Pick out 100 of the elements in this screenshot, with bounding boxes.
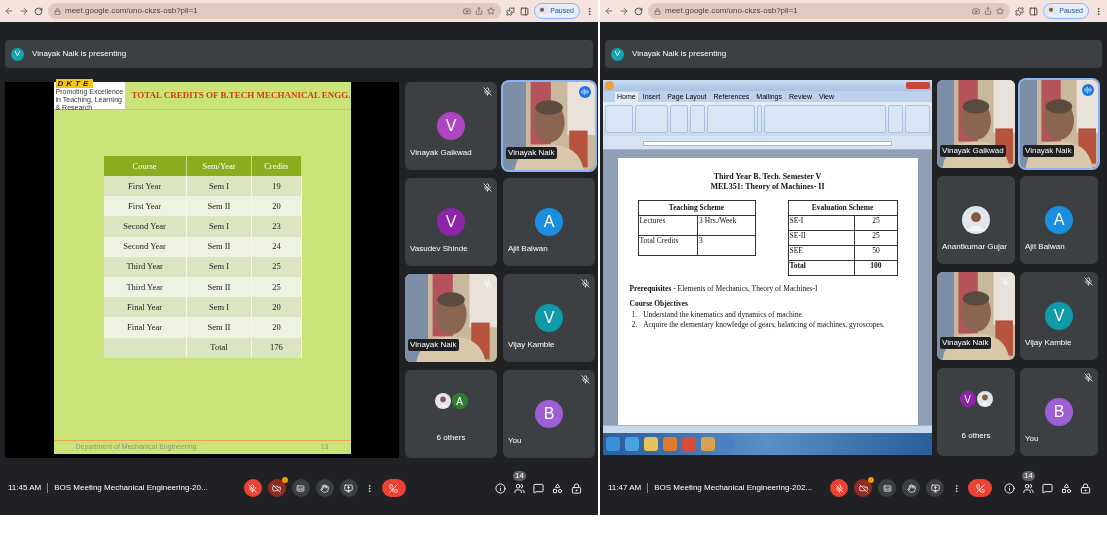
slide-title: TOTAL CREDITS OF B.TECH MECHANICAL ENGG. [131,88,351,102]
avatar: V [437,208,465,236]
camera-off-icon [858,483,868,493]
avatar: V [535,304,563,332]
participant-tile[interactable]: B You [503,370,595,458]
side-panel-icon[interactable] [520,6,530,16]
participant-name: You [1024,433,1040,445]
participant-tile[interactable]: Vinayak Naik [1020,80,1098,168]
camera-button[interactable] [267,479,286,497]
table-cell: 19 [272,180,281,191]
info-icon[interactable] [495,482,506,494]
present-icon [930,483,940,493]
participant-name: 6 others [435,432,467,444]
table-cell: Sem I [208,261,230,272]
participant-tile[interactable]: B You [1020,368,1098,456]
participant-name: Vijay Kamble [1024,337,1073,349]
reload-icon[interactable] [34,6,43,16]
table-cell: 25 [272,261,281,272]
captions-button[interactable] [291,479,310,497]
participant-tile[interactable]: Vinayak Naik [937,272,1015,360]
document-heading: Third Year B. Tech. Semester V [712,172,823,182]
reload-icon[interactable] [634,6,643,16]
participant-tile[interactable]: A 6 others [405,370,497,458]
participant-name: Vinayak Naik [1023,145,1074,157]
table-cell: 176 [270,342,283,353]
microphone-button[interactable] [830,479,849,497]
address-bar[interactable]: meet.google.com/uno-ckzs-osb?pli=1 [648,3,1011,19]
column-header: Course [103,156,187,176]
raise-hand-button[interactable] [315,479,334,497]
back-icon[interactable] [604,6,614,16]
meeting-title: BOS Meeting Mechanical Engineering-202... [654,482,813,494]
activities-icon[interactable] [552,482,563,494]
participant-tile[interactable]: V Vinayak Gaikwad [405,82,497,170]
participant-tile[interactable]: Vinayak Naik [503,82,595,170]
participant-name: You [507,435,523,447]
activities-icon[interactable] [1061,482,1072,494]
captions-icon [882,483,892,493]
avatar: A [535,208,563,236]
table-cell: Third Year [126,261,163,272]
present-button[interactable] [339,479,358,497]
leave-call-button[interactable] [968,479,993,497]
table-cell: Sem II [207,322,231,333]
participant-tile[interactable]: A Ajit Balwan [503,178,595,266]
extensions-icon[interactable] [506,6,516,16]
mic-off-icon [248,483,258,493]
raise-hand-button[interactable] [902,479,921,497]
hand-icon [320,483,330,493]
host-controls-icon[interactable] [1080,482,1091,494]
column-header: Credits [251,156,301,176]
chat-icon[interactable] [1042,482,1053,494]
leave-call-button[interactable] [381,479,406,497]
table-cell: Second Year [123,241,166,252]
camera-button[interactable] [854,479,873,497]
meeting-time: 11:47 AM [608,482,642,494]
captions-icon [296,483,306,493]
document-heading: MEL351: Theory of Machines- II [709,182,826,192]
present-icon [344,483,354,493]
table-cell: Sem II [207,200,231,211]
participant-name: Ajit Balwan [507,243,549,255]
forward-icon[interactable] [19,6,29,16]
meeting-title: BOS Meeting Mechanical Engineering-20... [54,482,208,494]
table-cell: Sem I [208,301,230,312]
menu-icon[interactable] [585,6,594,16]
logo: DKTE [55,79,94,88]
people-icon[interactable] [514,482,525,494]
participant-tile[interactable]: V 6 others [937,368,1015,456]
people-count-badge: 14 [513,470,526,481]
host-controls-icon[interactable] [571,482,582,494]
captions-button[interactable] [878,479,897,497]
microphone-button[interactable] [243,479,262,497]
participant-name: Vinayak Gaikwad [409,147,473,159]
participant-name: Anantkumar Gujar [941,241,1008,253]
participant-tile[interactable]: A Ajit Balwan [1020,176,1098,264]
participant-tile[interactable]: Vinayak Naik [405,274,497,362]
avatar: B [1045,398,1073,426]
menu-icon[interactable] [1094,6,1103,16]
participant-tile[interactable]: V Vijay Kamble [503,274,595,362]
participant-tile[interactable]: V Vasudev Shinde [405,178,497,266]
participant-name: Vinayak Gaikwad [940,145,1006,157]
extensions-icon[interactable] [1015,6,1025,16]
participant-tile[interactable]: Anantkumar Gujar [937,176,1015,264]
table-cell: 20 [272,200,281,211]
present-button[interactable] [926,479,945,497]
chat-icon[interactable] [533,482,544,494]
back-icon[interactable] [4,6,14,16]
table-cell: 23 [272,221,281,232]
people-icon[interactable] [1023,482,1034,494]
side-panel-icon[interactable] [1029,6,1039,16]
address-bar[interactable]: meet.google.com/uno-ckzs-osb?pli=1 [48,3,502,19]
participant-tile[interactable]: Vinayak Gaikwad [937,80,1015,168]
people-count-badge: 14 [1022,470,1035,481]
table-cell: First Year [128,200,162,211]
avatar: V [1045,302,1073,330]
bookmark-star-icon[interactable] [996,7,1005,15]
column-header: Sem/Year [186,156,252,176]
forward-icon[interactable] [619,6,629,16]
info-icon[interactable] [1004,482,1015,494]
table-cell: Sem II [207,281,231,292]
bookmark-star-icon[interactable] [487,7,496,15]
participant-tile[interactable]: V Vijay Kamble [1020,272,1098,360]
